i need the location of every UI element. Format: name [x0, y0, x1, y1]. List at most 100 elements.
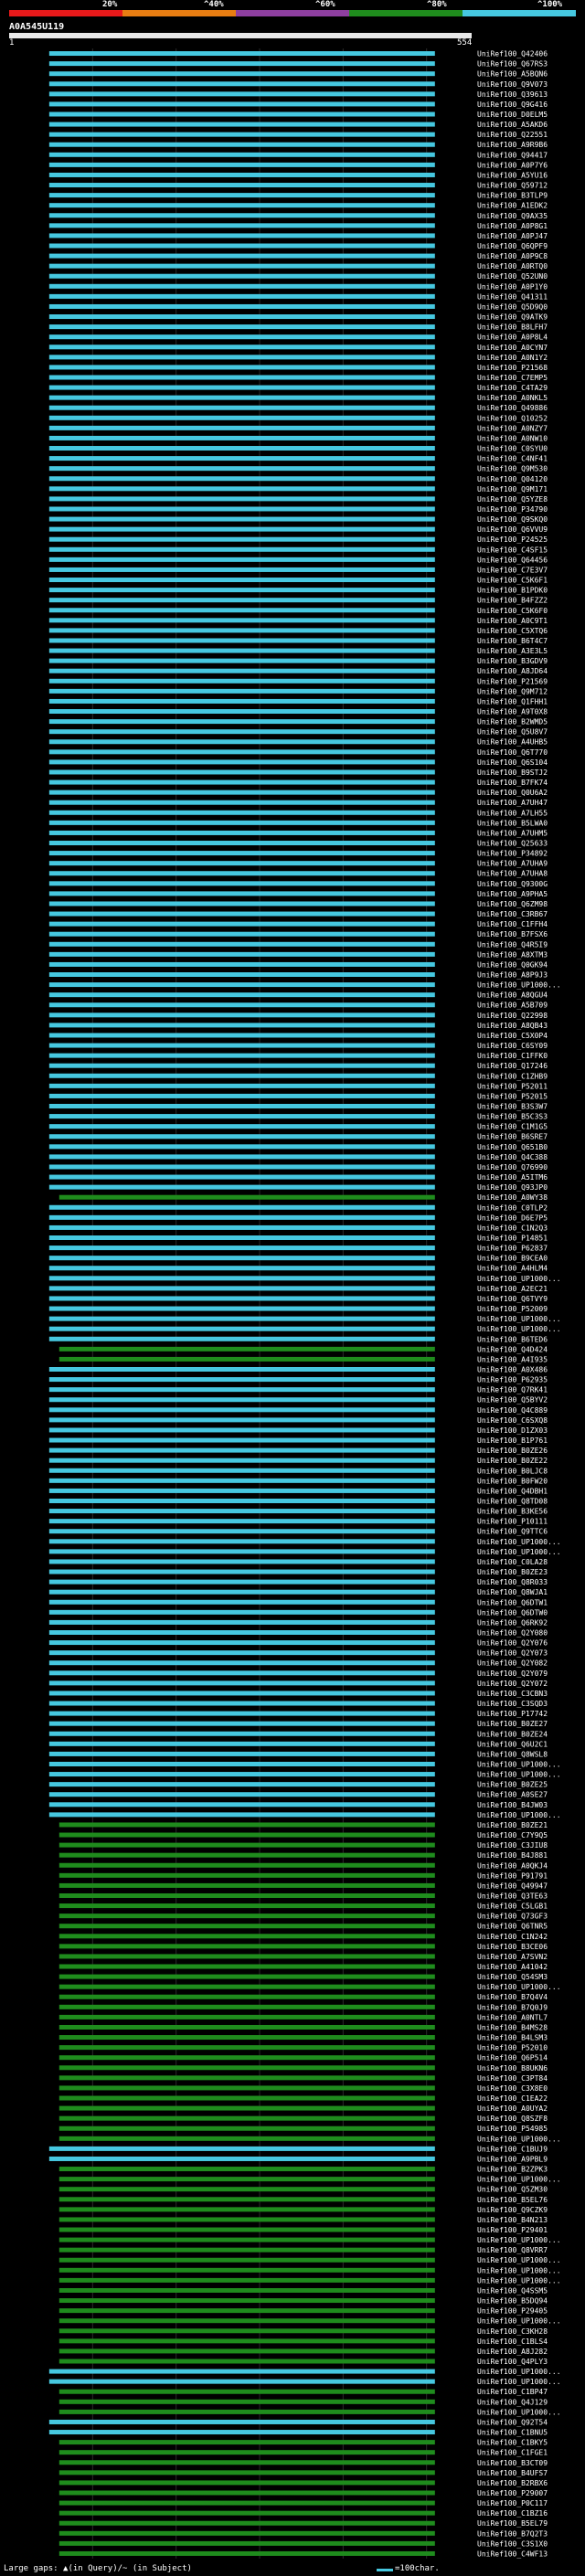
hit-row[interactable]: UniRef100_Q4SSM5 — [58, 2286, 548, 2295]
hit-bar[interactable] — [48, 253, 435, 259]
hit-label[interactable]: UniRef100_Q22551 — [477, 131, 548, 139]
hit-label[interactable]: UniRef100_Q4DBH1 — [477, 1487, 548, 1495]
hit-bar[interactable] — [48, 1326, 435, 1331]
hit-row[interactable]: UniRef100_A0NKL5 — [48, 394, 548, 402]
hit-label[interactable]: UniRef100_A0NW10 — [477, 434, 548, 442]
hit-row[interactable]: UniRef100_Q5D9Q0 — [48, 302, 548, 311]
hit-row[interactable]: UniRef100_C1FGE1 — [58, 2449, 548, 2457]
hit-label[interactable]: UniRef100_Q0U6A2 — [477, 789, 548, 797]
hit-bar[interactable] — [48, 283, 435, 289]
hit-row[interactable]: UniRef100_A0QKJ4 — [58, 1861, 548, 1870]
hit-row[interactable]: UniRef100_UP1000... — [58, 2256, 561, 2264]
hit-row[interactable]: UniRef100_Q7RK41 — [48, 1386, 548, 1394]
hit-bar[interactable] — [58, 1974, 435, 1979]
hit-row[interactable]: UniRef100_UP1000... — [58, 2317, 561, 2326]
hit-label[interactable]: UniRef100_UP1000... — [477, 2266, 561, 2274]
hit-label[interactable]: UniRef100_P52010 — [477, 2044, 548, 2052]
hit-label[interactable]: UniRef100_B3CT09 — [477, 2459, 548, 2467]
hit-bar[interactable] — [58, 2298, 435, 2304]
hit-label[interactable]: UniRef100_Q2Y080 — [477, 1628, 548, 1637]
hit-bar[interactable] — [48, 618, 435, 623]
hit-label[interactable]: UniRef100_Q94417 — [477, 151, 548, 159]
hit-bar[interactable] — [58, 1882, 435, 1888]
hit-bar[interactable] — [48, 81, 435, 87]
hit-bar[interactable] — [48, 193, 435, 198]
hit-row[interactable]: UniRef100_Q2Y073 — [48, 1649, 548, 1658]
hit-row[interactable]: UniRef100_Q6T770 — [48, 748, 548, 757]
hit-label[interactable]: UniRef100_B1PDK0 — [477, 587, 548, 595]
hit-row[interactable]: UniRef100_Q8WSL8 — [48, 1750, 548, 1758]
hit-row[interactable]: UniRef100_B3GDV9 — [48, 657, 548, 665]
hit-label[interactable]: UniRef100_C1BZ16 — [477, 2509, 548, 2518]
hit-label[interactable]: UniRef100_B6T4C7 — [477, 637, 548, 645]
hit-row[interactable]: UniRef100_UP1000... — [48, 2378, 561, 2386]
hit-bar[interactable] — [48, 769, 435, 775]
hit-row[interactable]: UniRef100_B5EL76 — [58, 2196, 548, 2204]
hit-bar[interactable] — [48, 111, 435, 117]
hit-bar[interactable] — [48, 1164, 435, 1170]
hit-label[interactable]: UniRef100_Q4J129 — [477, 2398, 548, 2406]
hit-row[interactable]: UniRef100_UP1000... — [48, 1538, 561, 1546]
hit-row[interactable]: UniRef100_Q39613 — [48, 90, 548, 99]
hit-label[interactable]: UniRef100_Q39613 — [477, 90, 548, 99]
hit-label[interactable]: UniRef100_P24525 — [477, 535, 548, 544]
hit-label[interactable]: UniRef100_C0TLP2 — [477, 1203, 548, 1212]
hit-row[interactable]: UniRef100_Q6U2C1 — [48, 1740, 548, 1748]
hit-bar[interactable] — [58, 2530, 435, 2536]
hit-row[interactable]: UniRef100_B0ZE26 — [48, 1447, 548, 1455]
hit-bar[interactable] — [48, 375, 435, 380]
hit-label[interactable]: UniRef100_C5K6F1 — [477, 577, 548, 585]
hit-bar[interactable] — [48, 172, 435, 177]
hit-bar[interactable] — [48, 961, 435, 967]
hit-row[interactable]: UniRef100_A2EC21 — [48, 1285, 548, 1293]
hit-label[interactable]: UniRef100_Q64456 — [477, 556, 548, 564]
hit-bar[interactable] — [48, 1660, 435, 1666]
hit-bar[interactable] — [48, 1073, 435, 1078]
hit-bar[interactable] — [48, 578, 435, 583]
hit-row[interactable]: UniRef100_Q3TE63 — [58, 1892, 548, 1900]
hit-label[interactable]: UniRef100_Q54SM3 — [477, 1973, 548, 1981]
hit-label[interactable]: UniRef100_A5YU16 — [477, 171, 548, 179]
hit-label[interactable]: UniRef100_A0NKL5 — [477, 394, 548, 402]
hit-label[interactable]: UniRef100_Q5U8V7 — [477, 728, 548, 737]
hit-bar[interactable] — [58, 2440, 435, 2445]
hit-bar[interactable] — [48, 1539, 435, 1544]
hit-row[interactable]: UniRef100_C1BP47 — [58, 2388, 548, 2396]
hit-label[interactable]: UniRef100_B6TED6 — [477, 1335, 548, 1343]
hit-row[interactable]: UniRef100_B2WMD5 — [48, 718, 548, 726]
hit-bar[interactable] — [48, 1336, 435, 1341]
hit-label[interactable]: UniRef100_P34892 — [477, 850, 548, 858]
hit-label[interactable]: UniRef100_B7Q4V4 — [477, 1993, 548, 2001]
hit-label[interactable]: UniRef100_B4LSM3 — [477, 2034, 548, 2042]
hit-bar[interactable] — [58, 2136, 435, 2141]
hit-row[interactable]: UniRef100_B3CT09 — [58, 2459, 548, 2467]
hit-label[interactable]: UniRef100_B4N213 — [477, 2216, 548, 2224]
hit-row[interactable]: UniRef100_A0P8L4 — [48, 334, 548, 342]
hit-label[interactable]: UniRef100_B2WMD5 — [477, 718, 548, 726]
hit-bar[interactable] — [48, 1488, 435, 1493]
hit-label[interactable]: UniRef100_Q6DTW1 — [477, 1598, 548, 1606]
hit-label[interactable]: UniRef100_B5DQ94 — [477, 2297, 548, 2306]
hit-bar[interactable] — [48, 1498, 435, 1503]
hit-row[interactable]: UniRef100_B0ZE21 — [58, 1821, 548, 1829]
hit-bar[interactable] — [48, 1012, 435, 1018]
hit-label[interactable]: UniRef100_C0SYU0 — [477, 445, 548, 453]
hit-bar[interactable] — [58, 2095, 435, 2101]
hit-row[interactable]: UniRef100_Q9TTC6 — [48, 1528, 548, 1536]
hit-label[interactable]: UniRef100_A0SE27 — [477, 1791, 548, 1799]
hit-row[interactable]: UniRef100_C5XTQ6 — [48, 627, 548, 635]
hit-label[interactable]: UniRef100_A4I935 — [477, 1355, 548, 1363]
hit-bar[interactable] — [48, 1792, 435, 1797]
hit-label[interactable]: UniRef100_Q52UN0 — [477, 272, 548, 281]
hit-bar[interactable] — [48, 951, 435, 957]
hit-label[interactable]: UniRef100_B5EL76 — [477, 2196, 548, 2204]
hit-row[interactable]: UniRef100_P0C117 — [58, 2499, 548, 2507]
hit-row[interactable]: UniRef100_C0LA28 — [48, 1558, 548, 1566]
hit-label[interactable]: UniRef100_Q6QPF9 — [477, 242, 548, 250]
hit-row[interactable]: UniRef100_C3CBN3 — [48, 1690, 548, 1698]
hit-row[interactable]: UniRef100_B2ZPK3 — [58, 2166, 548, 2174]
hit-label[interactable]: UniRef100_UP1000... — [477, 1771, 561, 1779]
hit-label[interactable]: UniRef100_Q6TVY9 — [477, 1295, 548, 1303]
hit-row[interactable]: UniRef100_Q6VVU9 — [48, 525, 548, 534]
hit-bar[interactable] — [48, 992, 435, 998]
